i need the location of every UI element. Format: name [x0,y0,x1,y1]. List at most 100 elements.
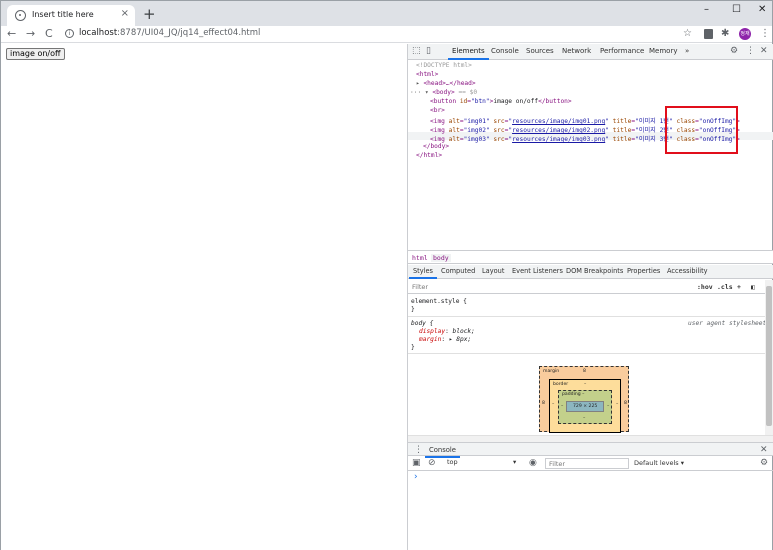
context-selector[interactable]: top ▾ [447,458,523,468]
box-model-border[interactable]: border – – – padding – – – – 729 × 225 [549,379,621,433]
subtab-layout[interactable]: Layout [482,267,504,275]
styles-scrollbar[interactable] [765,280,773,435]
url-host: localhost [79,28,118,38]
live-expression-eye-icon[interactable]: ◉ [529,458,537,468]
close-window-button[interactable]: ✕ [758,4,766,15]
subtab-accessibility[interactable]: Accessibility [667,267,708,275]
margin-top-value: 8 [583,369,586,374]
dom-html-open[interactable]: <html> [416,71,438,78]
dom-br[interactable]: <br> [430,107,445,114]
subtab-computed[interactable]: Computed [441,267,475,275]
address-bar[interactable]: localhost:8787/UI04_JQ/jq14_effect04.htm… [79,28,260,38]
maximize-button[interactable]: ☐ [732,4,741,15]
image-toggle-button[interactable]: image on/off [6,48,65,60]
tab-console[interactable]: Console [491,47,519,55]
padding-bottom-value: – [583,416,586,421]
drawer-close-icon[interactable]: ✕ [760,445,768,455]
margin-right-value: 8 [624,401,627,406]
rule-divider-2 [408,353,765,354]
console-settings-gear-icon[interactable]: ⚙ [760,458,768,468]
dom-doctype[interactable]: <!DOCTYPE html> [416,62,472,69]
red-highlight-box [665,106,738,154]
profile-avatar[interactable]: 정재 [739,28,751,40]
crumb-html[interactable]: html [412,254,428,262]
elements-tree: <!DOCTYPE html> <html> ▸ <head>…</head> … [408,60,773,250]
clear-console-icon[interactable]: ⊘ [428,458,436,468]
border-left-value: – [552,402,555,407]
content-size: 729 × 225 [573,404,598,409]
styles-filter[interactable]: Filter :hov .cls + ◧ [408,280,765,294]
border-label: border [553,382,569,387]
devtools-tabbar: ⬚ ▯ Elements Console Sources Network Per… [408,44,773,60]
body-rule-selector[interactable]: body { [411,320,433,327]
back-button[interactable]: ← [7,27,16,40]
tab-performance[interactable]: Performance [600,47,644,55]
styles-filter-input[interactable]: Filter [412,283,428,291]
settings-gear-icon[interactable]: ⚙ [730,46,738,56]
subtab-event-listeners[interactable]: Event Listeners [512,267,563,275]
new-rule-button[interactable]: + [737,283,741,291]
new-tab-button[interactable]: + [143,5,156,23]
console-filter-input[interactable]: Filter [545,458,629,469]
log-levels-dropdown[interactable]: Default levels ▾ [634,459,684,467]
drawer-tab-console[interactable]: Console [425,446,460,458]
tab-close-icon[interactable]: × [121,8,129,19]
device-toggle-icon[interactable]: ▯ [426,46,431,56]
inspect-element-icon[interactable]: ⬚ [412,46,421,56]
padding-left-value: – [561,404,564,409]
styles-subtabs: Styles Computed Layout Event Listeners D… [408,265,773,279]
tab-elements[interactable]: Elements [448,47,489,60]
console-prompt[interactable]: › [413,472,418,482]
display-declaration[interactable]: display: block; [419,328,475,335]
box-model-content[interactable]: 729 × 225 [566,401,604,412]
horizontal-scrollbar[interactable] [408,435,773,442]
cls-toggle[interactable]: .cls [717,283,733,291]
devtools-panel: ⬚ ▯ Elements Console Sources Network Per… [407,44,773,550]
reload-button[interactable]: C [45,27,53,40]
console-toolbar: ▣ ⊘ top ▾ ◉ Filter Default levels ▾ ⚙ [408,456,773,471]
rule-divider [408,316,765,317]
page-viewport: image on/off [1,44,407,550]
border-top-value: – [584,382,587,387]
dom-body-close[interactable]: </body> [423,143,449,150]
margin-declaration[interactable]: margin: ▸ 8px; [419,336,471,343]
drawer-menu-icon[interactable]: ⋮ [414,445,423,455]
tab-sources[interactable]: Sources [526,47,554,55]
site-info-icon[interactable]: i [65,29,74,38]
border-right-value: – [616,402,619,407]
subtab-properties[interactable]: Properties [627,267,660,275]
tab-strip: Insert title here × + – ☐ ✕ [1,1,772,26]
tab-memory[interactable]: Memory [649,47,677,55]
console-sidebar-icon[interactable]: ▣ [412,458,421,468]
browser-tab[interactable]: Insert title here × [7,5,135,26]
box-model-margin[interactable]: margin 8 8 8 border – – – padding – – – … [539,366,629,433]
margin-label: margin [543,369,560,374]
sidebar-toggle-icon[interactable]: ◧ [751,283,755,291]
extension-icon[interactable] [704,29,713,39]
devtools-menu-icon[interactable]: ⋮ [746,46,755,56]
subtab-styles[interactable]: Styles [409,267,437,279]
more-menu-icon[interactable]: ⋮ [760,28,770,39]
scroll-thumb[interactable] [766,286,772,426]
tab-network[interactable]: Network [562,47,591,55]
dom-button[interactable]: <button id="btn">image on/off</button> [430,98,572,105]
rule-source: user agent stylesheet [688,320,767,327]
minimize-button[interactable]: – [704,4,709,15]
box-model-padding[interactable]: padding – – – – 729 × 225 [558,390,612,424]
address-toolbar: ← → C i localhost:8787/UI04_JQ/jq14_effe… [1,26,772,43]
element-style-rule[interactable]: element.style { [411,298,467,305]
devtools-close-icon[interactable]: ✕ [760,46,768,56]
dom-head[interactable]: ▸ <head>…</head> [416,80,476,87]
dom-html-close[interactable]: </html> [416,152,442,159]
padding-label: padding – [562,392,585,397]
subtab-dom-breakpoints[interactable]: DOM Breakpoints [566,267,623,275]
puzzle-extensions-icon[interactable]: ✱ [721,28,729,39]
body-rule-close: } [411,344,415,351]
hov-toggle[interactable]: :hov [697,283,713,291]
bookmark-star-icon[interactable]: ☆ [683,28,692,39]
forward-button[interactable]: → [26,27,35,40]
more-tabs-button[interactable]: » [685,47,689,55]
globe-icon [15,10,26,21]
crumb-body[interactable]: body [431,254,451,262]
dom-body-open[interactable]: ··· ▾ <body> == $0 [410,89,477,96]
